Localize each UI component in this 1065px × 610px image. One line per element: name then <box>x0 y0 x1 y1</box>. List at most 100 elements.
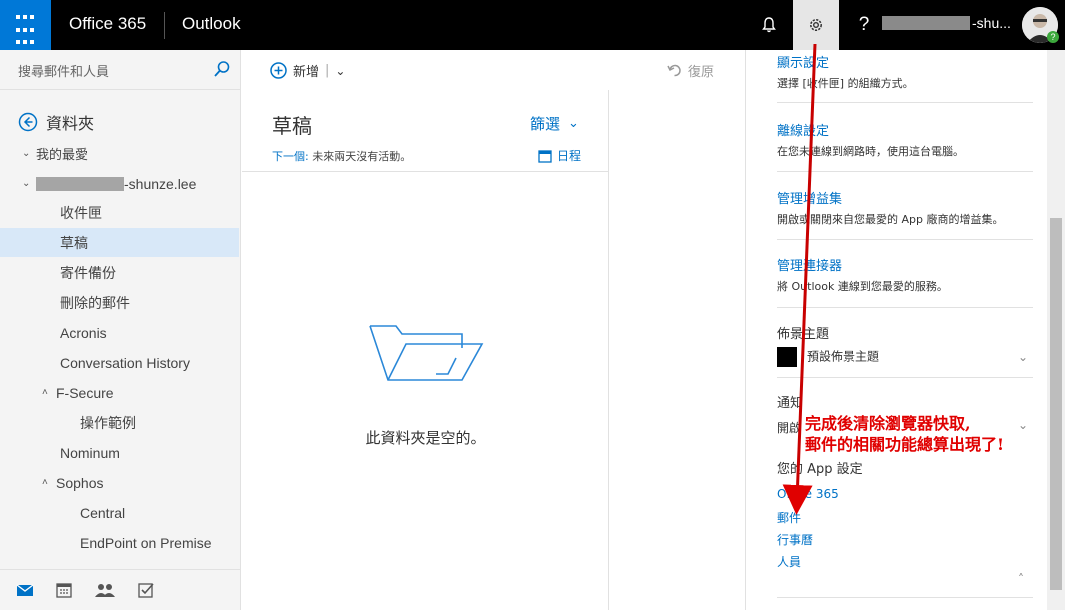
folder-sent[interactable]: 寄件備份 <box>0 258 239 287</box>
folder-sophos[interactable]: ˄ Sophos <box>0 468 239 497</box>
settings-button[interactable] <box>793 0 839 50</box>
help-button[interactable]: ? <box>841 0 887 50</box>
settings-scrollbar[interactable] <box>1047 50 1065 610</box>
folder-label: 草稿 <box>60 234 88 251</box>
folder-title: 草稿 <box>272 114 312 138</box>
redacted-account <box>36 176 124 191</box>
divider: | <box>325 63 330 78</box>
left-navigation: 搜尋郵件和人員 資料夾 ⌄ 我的最愛 ⌄ -shunze.lee 收件匣 草稿 … <box>0 50 241 610</box>
app-launcher-button[interactable] <box>0 0 51 50</box>
divider <box>777 307 1033 308</box>
brand-title[interactable]: Office 365 <box>69 14 146 34</box>
manage-addins-link[interactable]: 管理增益集 <box>777 188 1033 207</box>
manage-addins-desc: 開啟或關閉來自您最愛的 App 廠商的增益集。 <box>777 213 1004 226</box>
divider <box>777 597 1033 598</box>
folders-label: 資料夾 <box>46 114 95 133</box>
scrollbar-thumb[interactable] <box>1050 218 1062 590</box>
folder-label: F-Secure <box>56 384 114 401</box>
upcoming-events: 下一個: 未來兩天沒有活動。 <box>272 148 411 164</box>
folder-label: Sophos <box>56 474 104 491</box>
chevron-down-icon[interactable]: ⌄ <box>1018 350 1028 364</box>
display-settings-link[interactable]: 顯示設定 <box>777 52 1033 71</box>
top-bar: Office 365 Outlook ? -shu... ? <box>0 0 1065 50</box>
people-icon[interactable] <box>94 582 116 598</box>
folder-inbox[interactable]: 收件匣 <box>0 198 239 227</box>
user-name-suffix: -shu... <box>972 15 1011 31</box>
offline-settings-link[interactable]: 離線設定 <box>777 120 1033 139</box>
settings-panel: 顯示設定 選擇 [收件匣] 的組織方式。 離線設定 在您未連線到網路時，使用這台… <box>745 50 1065 610</box>
notifications-title: 通知 <box>777 396 804 411</box>
manage-addins[interactable]: 管理增益集 開啟或關閉來自您最愛的 App 廠商的增益集。 <box>777 188 1033 227</box>
presence-icon: ? <box>1047 31 1059 43</box>
app-link-mail[interactable]: 郵件 <box>777 509 801 526</box>
folder-nominum[interactable]: Nominum <box>0 438 239 467</box>
search-input[interactable]: 搜尋郵件和人員 <box>18 61 109 80</box>
undo-icon <box>667 64 681 77</box>
chevron-up-icon[interactable]: ˄ <box>42 477 56 488</box>
account-group[interactable]: ⌄ -shunze.lee <box>0 169 239 198</box>
redacted-username <box>882 16 970 30</box>
mail-icon[interactable] <box>16 583 34 597</box>
folder-drafts[interactable]: 草稿 <box>0 228 239 257</box>
folder-central[interactable]: Central <box>0 498 239 527</box>
agenda-button[interactable]: 日程 <box>538 147 581 164</box>
divider <box>242 171 609 172</box>
folder-examples[interactable]: 操作範例 <box>0 408 239 437</box>
notifications-button[interactable] <box>746 0 792 50</box>
favorites-group[interactable]: ⌄ 我的最愛 <box>0 139 239 168</box>
app-link-calendar[interactable]: 行事曆 <box>777 531 813 548</box>
app-link-people[interactable]: 人員 <box>777 553 801 570</box>
chevron-down-icon[interactable]: ⌄ <box>335 64 345 78</box>
filter-button[interactable]: 篩選 ⌄ <box>530 113 579 134</box>
back-arrow-icon[interactable] <box>18 112 38 132</box>
folder-label: Central <box>80 504 126 521</box>
search-icon[interactable] <box>213 60 231 78</box>
gear-icon <box>810 19 822 31</box>
chevron-down-icon[interactable]: ⌄ <box>1018 418 1028 432</box>
manage-connectors[interactable]: 管理連接器 將 Outlook 連線到您最愛的服務。 <box>777 255 1033 294</box>
new-message-button[interactable]: 新增 | ⌄ <box>270 61 345 80</box>
empty-folder-icon <box>369 325 484 381</box>
folder-conversation-history[interactable]: Conversation History <box>0 348 239 377</box>
annotation-line-2: 郵件的相關功能總算出現了! <box>805 435 1005 454</box>
folder-acronis[interactable]: Acronis <box>0 318 239 347</box>
search-box[interactable]: 搜尋郵件和人員 <box>0 50 241 90</box>
chevron-down-icon[interactable]: ⌄ <box>22 178 36 189</box>
agenda-label: 日程 <box>557 149 582 163</box>
command-bar: 新增 | ⌄ 復原 <box>242 50 745 90</box>
new-label: 新增 <box>293 65 320 80</box>
manage-connectors-link[interactable]: 管理連接器 <box>777 255 1033 274</box>
calendar-icon[interactable] <box>56 582 72 598</box>
divider <box>777 377 1033 378</box>
undo-label: 復原 <box>688 65 715 80</box>
module-switcher <box>0 569 241 610</box>
chevron-down-icon[interactable]: ⌄ <box>22 148 36 159</box>
app-settings-title: 您的 App 設定 <box>777 462 863 477</box>
app-title[interactable]: Outlook <box>182 14 241 34</box>
user-name[interactable]: -shu... <box>882 15 1011 31</box>
folder-endpoint[interactable]: EndPoint on Premise <box>0 528 239 557</box>
folders-header[interactable]: 資料夾 <box>18 110 94 134</box>
folder-deleted[interactable]: 刪除的郵件 <box>0 288 239 317</box>
theme-swatch <box>777 347 797 367</box>
next-label[interactable]: 下一個: <box>272 150 309 163</box>
favorites-label: 我的最愛 <box>36 147 89 162</box>
folder-f-secure[interactable]: ˄ F-Secure <box>0 378 239 407</box>
manage-connectors-desc: 將 Outlook 連線到您最愛的服務。 <box>777 280 948 293</box>
folder-label: 寄件備份 <box>60 264 116 281</box>
undo-button[interactable]: 復原 <box>667 61 714 80</box>
theme-selector[interactable]: 預設佈景主題 <box>777 347 1033 367</box>
divider <box>777 171 1033 172</box>
offline-settings[interactable]: 離線設定 在您未連線到網路時，使用這台電腦。 <box>777 120 1033 159</box>
chevron-up-icon[interactable]: ˄ <box>1018 572 1024 586</box>
tasks-icon[interactable] <box>138 582 154 598</box>
theme-section[interactable]: 佈景主題 預設佈景主題 <box>777 323 1033 367</box>
calendar-icon <box>538 149 552 163</box>
app-link-office365[interactable]: Office 365 <box>777 487 839 501</box>
display-settings[interactable]: 顯示設定 選擇 [收件匣] 的組織方式。 <box>777 52 1033 91</box>
theme-title: 佈景主題 <box>777 327 830 342</box>
bell-icon <box>762 17 776 33</box>
app-settings-section: 您的 App 設定 <box>777 458 1033 477</box>
chevron-up-icon[interactable]: ˄ <box>42 387 56 398</box>
filter-label: 篩選 <box>530 115 561 133</box>
